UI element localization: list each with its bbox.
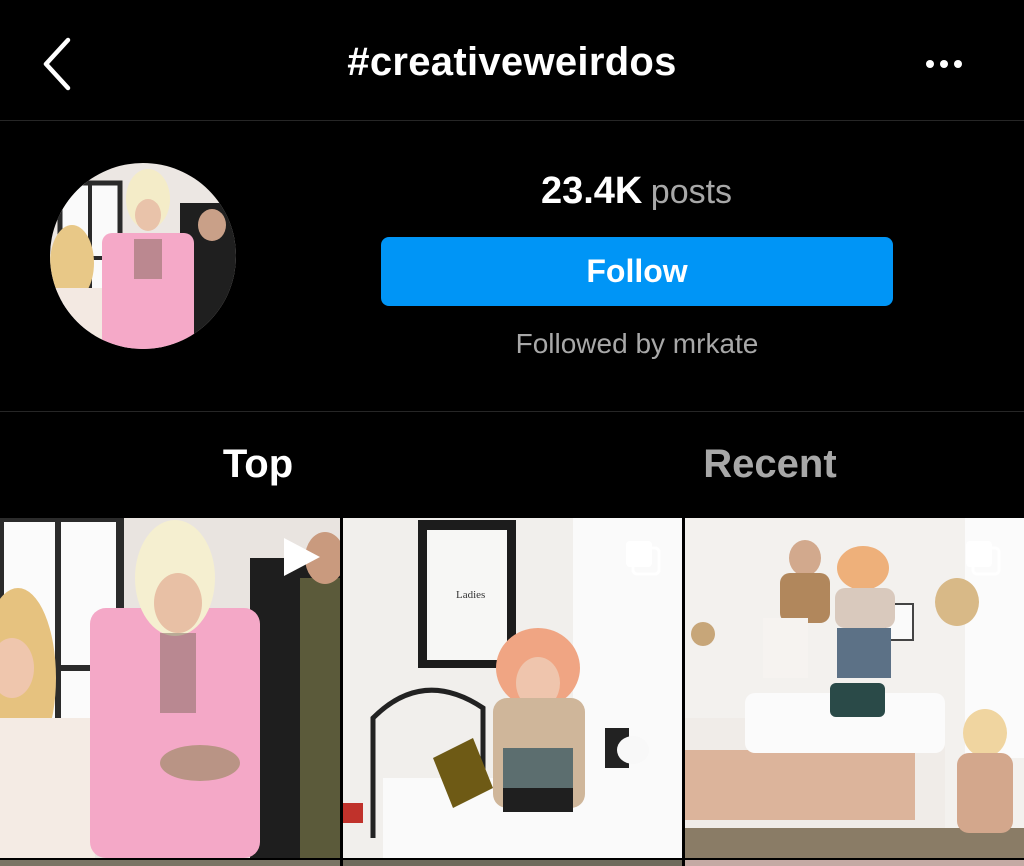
post-stats: 23.4K posts — [380, 170, 893, 213]
svg-text:Ladies: Ladies — [456, 589, 485, 601]
followed-by-text: Followed by mrkate — [515, 328, 759, 359]
multiple-photos-icon — [623, 538, 663, 578]
post-thumbnail[interactable]: Ladies — [343, 518, 682, 858]
follow-button[interactable]: Follow — [381, 237, 893, 306]
post-thumbnail-partial[interactable] — [685, 860, 1024, 866]
hashtag-title: #creativeweirdos — [347, 40, 677, 84]
tab-recent[interactable]: Recent — [516, 442, 1024, 487]
post-thumbnail[interactable] — [685, 518, 1024, 858]
section-divider — [0, 411, 1024, 412]
posts-label: posts — [650, 173, 733, 211]
posts-count: 23.4K — [540, 170, 643, 212]
post-grid: Ladies — [0, 518, 1024, 866]
header-divider — [0, 120, 1024, 121]
top-bar: #creativeweirdos — [0, 0, 1024, 120]
tab-top[interactable]: Top — [0, 442, 516, 487]
post-thumbnail-partial[interactable] — [0, 860, 340, 866]
multiple-photos-icon — [963, 538, 1003, 578]
more-options-icon[interactable] — [920, 52, 968, 76]
hashtag-avatar — [50, 163, 236, 349]
play-icon — [280, 536, 322, 578]
post-thumbnail-partial[interactable] — [343, 860, 682, 866]
post-thumbnail[interactable] — [0, 518, 340, 858]
